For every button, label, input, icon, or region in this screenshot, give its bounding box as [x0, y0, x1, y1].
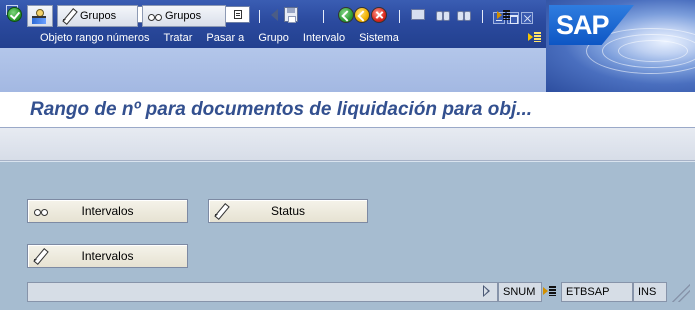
status-mode[interactable]: INS: [633, 282, 667, 302]
change-intervals-label: Intervalos: [81, 249, 134, 263]
status-message: [27, 282, 498, 302]
cancel-icon[interactable]: [371, 7, 387, 23]
menu-item-tratar[interactable]: Tratar: [163, 32, 192, 44]
display-groups-label: Grupos: [165, 10, 202, 22]
standard-toolbar: [0, 48, 546, 92]
status-label: Status: [270, 204, 306, 218]
status-toggle-icon[interactable]: [483, 285, 490, 297]
status-transaction: SNUM: [498, 282, 542, 302]
content-top-strip: [0, 161, 695, 175]
menu-expand-icon[interactable]: [528, 31, 542, 43]
display-groups-button[interactable]: Grupos: [142, 5, 226, 27]
menu-item-intervalo[interactable]: Intervalo: [303, 32, 345, 44]
status-button[interactable]: Status: [208, 199, 368, 223]
back-arrow-icon[interactable]: [271, 9, 278, 21]
toolbar-separator: [482, 10, 483, 23]
menu-item-pasar-a[interactable]: Pasar a: [206, 32, 244, 44]
person-button[interactable]: [27, 5, 53, 27]
toolbar-separator: [399, 10, 400, 23]
display-intervals-label: Intervalos: [81, 204, 134, 218]
toolbar-separator: [323, 10, 324, 23]
save-icon[interactable]: [284, 7, 298, 23]
enter-icon[interactable]: [7, 7, 22, 22]
toolbar-separator: [259, 10, 260, 23]
close-icon[interactable]: [521, 12, 533, 24]
find-next-icon[interactable]: [457, 8, 472, 21]
person-icon: [32, 9, 46, 24]
menu-item-objeto-rango[interactable]: Objeto rango números: [40, 32, 149, 44]
menu: Objeto rango números Tratar Pasar a Grup…: [40, 32, 413, 44]
display-intervals-button[interactable]: Intervalos: [27, 199, 188, 223]
menu-item-sistema[interactable]: Sistema: [359, 32, 399, 44]
resize-grip-icon[interactable]: [670, 282, 690, 302]
glasses-icon: [147, 9, 162, 23]
status-expand-icon[interactable]: [543, 285, 557, 297]
page-title: Rango de nº para documentos de liquidaci…: [30, 99, 533, 120]
menu-item-grupo[interactable]: Grupo: [258, 32, 289, 44]
print-icon[interactable]: [411, 9, 425, 20]
find-icon[interactable]: [436, 8, 451, 21]
pencil-icon: [62, 9, 76, 23]
command-history-icon[interactable]: [234, 10, 242, 19]
application-toolbar: [0, 128, 695, 161]
change-groups-button[interactable]: Grupos: [57, 5, 138, 27]
exit-icon[interactable]: [354, 7, 370, 23]
change-groups-label: Grupos: [80, 10, 117, 22]
change-intervals-button[interactable]: Intervalos: [27, 244, 188, 268]
back-icon[interactable]: [338, 7, 354, 23]
status-server: ETBSAP: [561, 282, 633, 302]
layout-menu-icon[interactable]: [497, 9, 511, 21]
